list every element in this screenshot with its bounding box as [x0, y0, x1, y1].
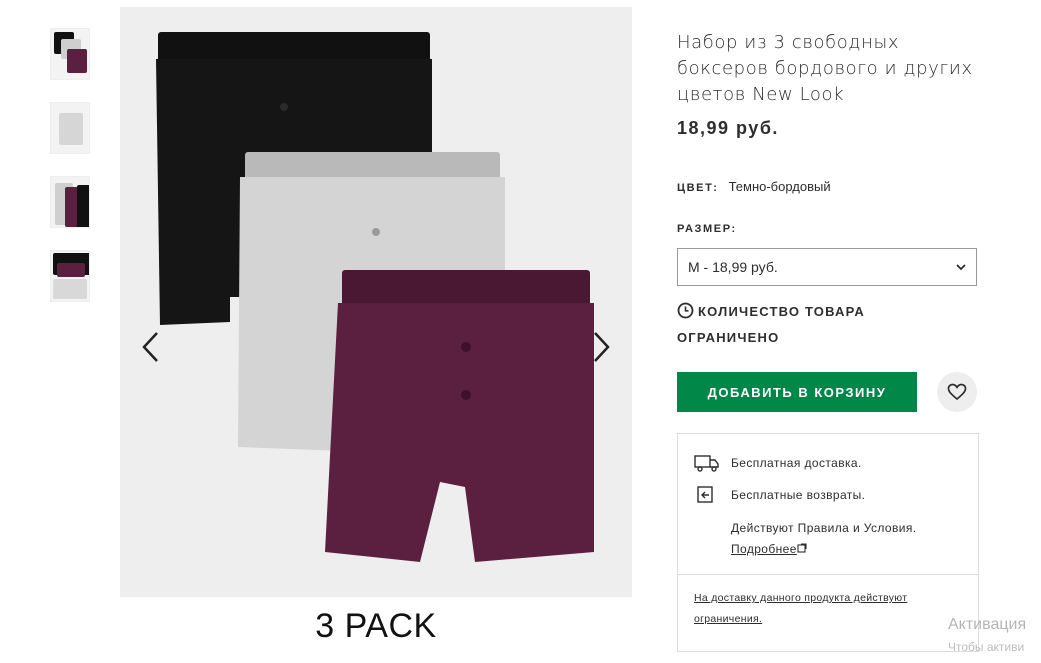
free-returns-text: Бесплатные возвраты.: [731, 488, 866, 502]
clock-icon: [677, 302, 694, 326]
free-delivery-text: Бесплатная доставка.: [731, 456, 862, 470]
divider: [678, 574, 978, 575]
thumbnail-list: [50, 28, 90, 324]
thumbnail-2[interactable]: [50, 102, 90, 154]
product-title: Набор из 3 свободных боксеров бордового …: [677, 32, 973, 105]
terms-notice: Действуют Правила и Условия. Подробнее: [731, 518, 931, 560]
colour-label: ЦВЕТ:: [677, 182, 719, 194]
terms-text: Действуют Правила и Условия.: [731, 521, 917, 535]
thumbnail-1[interactable]: [50, 28, 90, 80]
return-icon: [697, 486, 713, 503]
gallery-next-button[interactable]: [584, 325, 620, 369]
product-price: 18,99 руб.: [677, 118, 779, 138]
terms-details-link[interactable]: Подробнее: [731, 542, 797, 556]
chevron-left-icon: [142, 332, 158, 362]
chevron-right-icon: [594, 332, 610, 362]
limited-stock-notice: КОЛИЧЕСТВО ТОВАРА ОГРАНИЧЕНО: [677, 300, 937, 349]
thumbnail-3[interactable]: [50, 176, 90, 228]
size-select[interactable]: M - 18,99 руб.: [677, 248, 977, 286]
product-image: [156, 32, 594, 562]
save-for-later-button[interactable]: [937, 372, 977, 412]
chevron-down-icon: [956, 260, 966, 274]
delivery-restriction-link[interactable]: На доставку данного продукта действуют о…: [694, 588, 954, 630]
colour-value: Темно-бордовый: [728, 179, 831, 194]
delivery-info-box: Бесплатная доставка. Бесплатные возвраты…: [677, 433, 979, 652]
thumbnail-4[interactable]: [50, 250, 90, 302]
add-to-bag-button[interactable]: ДОБАВИТЬ В КОРЗИНУ: [677, 372, 917, 412]
truck-icon: [694, 455, 719, 472]
activation-watermark: Активация: [948, 616, 1027, 633]
colour-row: ЦВЕТ: Темно-бордовый: [677, 179, 831, 194]
size-selected-value: M - 18,99 руб.: [688, 259, 778, 275]
size-label: РАЗМЕР:: [677, 223, 737, 235]
product-image-gallery: 3 PACK: [120, 7, 632, 660]
heart-icon: [947, 383, 967, 401]
limited-stock-text: КОЛИЧЕСТВО ТОВАРА ОГРАНИЧЕНО: [677, 304, 865, 345]
external-link-icon: [797, 543, 807, 553]
image-caption: 3 PACK: [315, 607, 437, 645]
gallery-prev-button[interactable]: [132, 325, 168, 369]
product-info: Набор из 3 свободных боксеров бордового …: [677, 30, 979, 652]
activation-watermark-sub: Чтобы активи: [948, 640, 1025, 654]
